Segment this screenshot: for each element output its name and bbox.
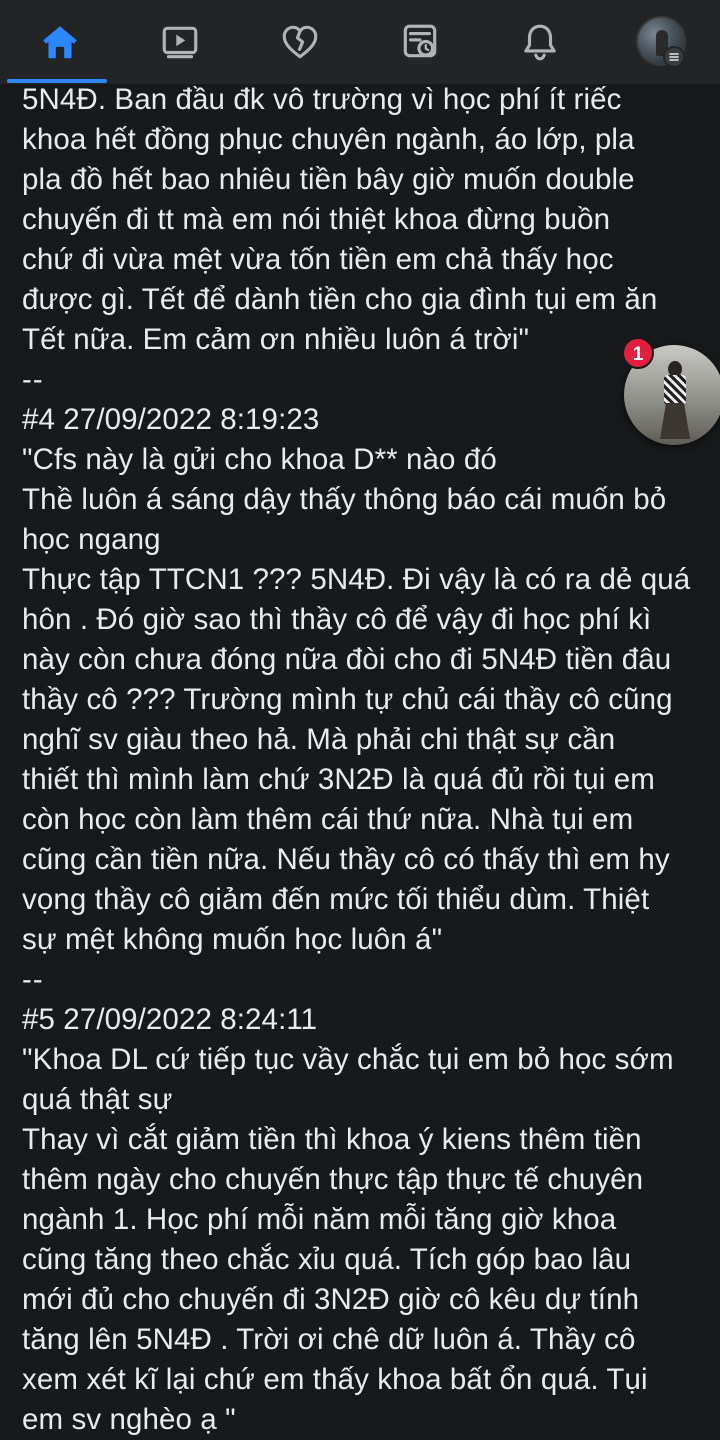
post-text-line: em sv nghèo ạ " [22,1403,236,1436]
post-text-line: thêm ngày cho chuyến thực tập thực tế ch… [22,1163,644,1196]
post-text-line: xem xét kĩ lại chứ em thấy khoa bất ổn q… [22,1363,648,1396]
video-play-icon [159,21,201,63]
active-tab-indicator [7,79,107,83]
post-text-line: Thề luôn á sáng dậy thấy thông báo cái m… [22,483,667,516]
post-text-line: "Khoa DL cứ tiếp tục vầy chắc tụi em bỏ … [22,1043,674,1076]
post-text-line: cũng tăng theo chắc xỉu quá. Tích góp ba… [22,1243,632,1276]
nav-tab-home[interactable] [0,0,120,84]
post-text-line: nghĩ sv giàu theo hả. Mà phải chi thật s… [22,723,616,756]
avatar-photo-subject [660,403,690,439]
post-text-line: khoa hết đồng phục chuyên ngành, áo lớp,… [22,123,635,156]
post-text-line: Thực tập TTCN1 ??? 5N4Đ. Đi vậy là có ra… [22,563,691,596]
post-separator: -- [22,963,44,996]
post-text-line: mới đủ cho chuyến đi 3N2Đ giờ cô kêu dự … [22,1283,640,1316]
post-text-line: 5N4Đ. Ban đầu đk vô trường vì học phí ít… [22,83,622,116]
post-text-line: quá thật sự [22,1083,173,1116]
post-text-line: cũng cần tiền nữa. Nếu thầy cô có thấy t… [22,843,670,876]
post-text-line: còn học còn làm thêm cái thứ nữa. Nhà tụ… [22,803,634,836]
profile-avatar-menu-icon[interactable] [663,46,685,68]
confession-header: #4 27/09/2022 8:19:23 [22,403,320,436]
nav-tab-notifications[interactable] [480,0,600,84]
post-text-line: chuyến đi tt mà em nói thiệt khoa đừng b… [22,203,611,236]
post-text-line: sự mệt không muốn học luôn á" [22,923,443,956]
post-text-line: này còn chưa đóng nữa đòi cho đi 5N4Đ ti… [22,643,672,676]
nav-tab-feeds[interactable] [360,0,480,84]
unread-count-badge: 1 [622,337,654,369]
post-text-line: học ngang [22,523,161,556]
avatar-photo-subject [664,375,686,405]
top-navigation-bar [0,0,720,84]
post-text-line: ngành 1. Học phí mỗi năm mỗi tăng giờ kh… [22,1203,617,1236]
post-text-line: "Cfs này là gửi cho khoa D** nào đó [22,443,497,476]
post-text-line: thiết thì mình làm chứ 3N2Đ là quá đủ rồ… [22,763,655,796]
bell-icon [519,21,561,63]
post-text-line: Tết nữa. Em cảm ơn nhiều luôn á trời" [22,323,530,356]
post-text-line: chứ đi vừa mệt vừa tốn tiền em chả thấy … [22,243,614,276]
newsfeed-clock-icon [399,21,441,63]
home-icon [39,21,81,63]
post-body-text: 5N4Đ. Ban đầu đk vô trường vì học phí ít… [22,80,712,1440]
post-text-line: vọng thầy cô giảm đến mức tối thiểu dùm.… [22,883,650,916]
post-text-line: tăng lên 5N4Đ . Trời ơi chê dữ luôn á. T… [22,1323,636,1356]
post-separator: -- [22,363,44,396]
messenger-chat-head[interactable]: 1 [622,337,720,447]
post-text-line: thầy cô ??? Trường mình tự chủ cái thầy … [22,683,673,716]
post-text-line: được gì. Tết để dành tiền cho gia đình t… [22,283,658,316]
post-text-line: pla đồ hết bao nhiêu tiền bây giờ muốn d… [22,163,635,196]
nav-tab-watch[interactable] [120,0,240,84]
post-text-line: Thay vì cắt giảm tiền thì khoa ý kiens t… [22,1123,642,1156]
nav-tab-dating[interactable] [240,0,360,84]
heart-icon [279,21,321,63]
post-text-line: hôn . Đó giờ sao thì thầy cô để vậy đi h… [22,603,652,636]
confession-header: #5 27/09/2022 8:24:11 [22,1003,318,1036]
